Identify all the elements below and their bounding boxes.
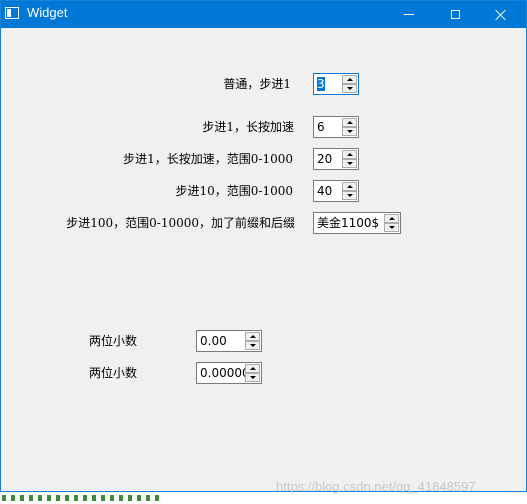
arrow-up-icon [388,217,395,220]
arrow-down-icon [388,226,395,229]
spin-down-button[interactable] [342,127,357,136]
arrow-down-icon [346,194,353,197]
double-spinbox-label-5: 两位小数 [89,366,138,380]
app-window-icon [5,7,19,19]
double-spinbox-5-decimals[interactable]: 0.00000 [196,362,262,384]
spinbox-accel-range[interactable]: 20 [313,148,359,170]
spin-up-button[interactable] [245,332,260,341]
close-icon [495,9,507,21]
spinbox-value[interactable]: 3 [317,77,325,91]
arrow-down-icon [346,162,353,165]
spinbox-label-normal: 普通，步进1 [223,77,291,91]
title-bar[interactable]: Widget [1,1,526,28]
background-taskbar-strip [0,492,175,504]
spinbox-value[interactable]: 0.00000 [200,366,250,380]
close-button[interactable] [478,1,524,28]
spin-down-button[interactable] [342,159,357,168]
spin-down-button[interactable] [342,191,357,200]
spin-up-button[interactable] [384,214,399,223]
arrow-down-icon [249,344,256,347]
spinbox-value[interactable]: 20 [317,152,332,166]
spin-down-button[interactable] [245,373,260,382]
arrow-up-icon [346,78,353,81]
spin-down-button[interactable] [342,84,357,93]
arrow-up-icon [346,153,353,156]
maximize-button[interactable] [432,1,478,28]
arrow-down-icon [249,376,256,379]
spin-down-button[interactable] [245,341,260,350]
spin-up-button[interactable] [342,118,357,127]
arrow-down-icon [346,130,353,133]
arrow-up-icon [249,335,256,338]
double-spinbox-label-2: 两位小数 [89,334,138,348]
spinbox-label-accel-range: 步进1，长按加速，范围0-1000 [123,152,293,166]
spin-up-button[interactable] [245,364,260,373]
window-title: Widget [27,5,68,20]
widget-window: Widget 普通，步进1 3 步进1，长按加速 6 步进1，长按加速，范围0-… [0,0,527,494]
spinbox-step10[interactable]: 40 [313,180,359,202]
spin-up-button[interactable] [342,182,357,191]
arrow-up-icon [346,185,353,188]
minimize-icon [404,14,414,15]
spinbox-value[interactable]: 美金1100$ [317,216,379,230]
maximize-icon [450,10,460,19]
spinbox-label-accel: 步进1，长按加速 [202,120,294,134]
arrow-up-icon [346,121,353,124]
minimize-button[interactable] [386,1,432,28]
spin-up-button[interactable] [342,150,357,159]
arrow-down-icon [346,87,353,90]
spin-up-button[interactable] [342,75,357,84]
spinbox-label-prefix-suffix: 步进100，范围0-10000，加了前缀和后缀 [66,216,295,230]
spinbox-accel[interactable]: 6 [313,116,359,138]
watermark-text: https://blog.csdn.net/qq_41848597 [276,479,476,494]
spinbox-value[interactable]: 6 [317,120,325,134]
spinbox-label-step10: 步进10，范围0-1000 [175,184,294,198]
spinbox-value[interactable]: 40 [317,184,332,198]
spinbox-value[interactable]: 0.00 [200,334,227,348]
spin-down-button[interactable] [384,223,399,232]
spinbox-prefix-suffix[interactable]: 美金1100$ [313,212,401,234]
spinbox-normal[interactable]: 3 [313,73,359,95]
double-spinbox-2-decimals[interactable]: 0.00 [196,330,262,352]
arrow-up-icon [249,367,256,370]
